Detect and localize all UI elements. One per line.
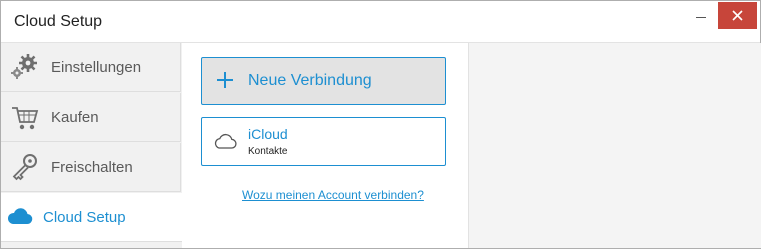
sidebar-item-freischalten[interactable]: Freischalten [1,143,181,192]
new-connection-button[interactable]: Neue Verbindung [201,57,446,105]
sidebar-item-cloud-setup[interactable]: Cloud Setup [1,193,182,242]
sidebar-item-kaufen[interactable]: Kaufen [1,93,181,142]
window-title: Cloud Setup [14,13,103,30]
close-icon [732,10,743,21]
sidebar: Einstellungen Kaufen Freischalten Cloud … [1,43,182,248]
connection-item-icloud[interactable]: iCloud Kontakte [201,117,446,166]
connection-name: iCloud [248,126,288,142]
sidebar-item-einstellungen[interactable]: Einstellungen [1,43,181,92]
new-connection-label: Neue Verbindung [248,72,372,89]
sidebar-item-label: Cloud Setup [43,209,126,226]
sidebar-item-label: Kaufen [51,109,99,126]
minimize-button[interactable] [688,4,716,26]
cloud-icon [7,207,37,237]
plus-icon [217,72,233,88]
detail-panel [468,43,761,248]
cloud-outline-icon [213,133,237,154]
gears-icon [10,52,40,82]
sidebar-item-label: Freischalten [51,159,133,176]
cart-icon [10,102,40,132]
help-link[interactable]: Wozu meinen Account verbinden? [242,188,424,202]
key-icon [10,152,40,182]
sidebar-item-label: Einstellungen [51,59,142,76]
close-button[interactable] [718,2,757,29]
title-bar[interactable]: Cloud Setup [1,1,760,43]
connection-type: Kontakte [248,146,288,157]
